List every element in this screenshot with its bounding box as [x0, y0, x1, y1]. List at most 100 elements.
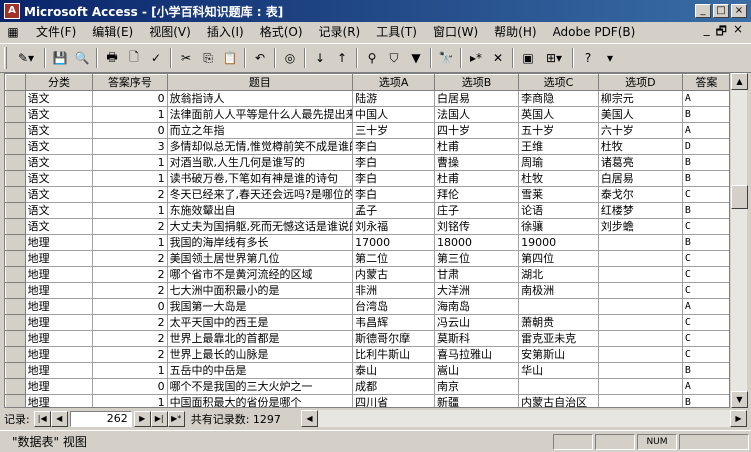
option-a-cell[interactable]: 斯德哥尔摩	[352, 330, 436, 347]
option-c-cell[interactable]: 杜牧	[518, 170, 599, 187]
row-selector[interactable]	[5, 122, 26, 139]
category-cell[interactable]: 语文	[24, 170, 94, 187]
column-header-option-a[interactable]: 选项A	[352, 74, 436, 91]
row-selector[interactable]	[5, 314, 26, 331]
row-selector[interactable]	[5, 362, 26, 379]
option-d-cell[interactable]	[597, 394, 683, 407]
option-a-cell[interactable]: 李白	[352, 186, 436, 203]
table-row[interactable]: 语文 2 冬天已经来了,春天还会远吗?是哪位的名 李白 拜伦 雪莱 泰戈尔 C	[5, 186, 729, 203]
question-cell[interactable]: 中国面积最大的省份是哪个	[166, 394, 354, 407]
question-cell[interactable]: 大丈夫为国捐躯,死而无憾这话是谁说的	[166, 218, 354, 235]
table-row[interactable]: 语文 1 法律面前人人平等是什么人最先提出来的 中国人 法国人 英国人 美国人 B	[5, 106, 729, 123]
column-header-question[interactable]: 题目	[166, 74, 354, 91]
table-row[interactable]: 语文 3 多情却似总无情,惟觉樽前笑不成是谁的诗 李白 杜甫 王维 杜牧 D	[5, 138, 729, 155]
option-b-cell[interactable]: 拜伦	[434, 186, 520, 203]
column-header-option-c[interactable]: 选项C	[518, 74, 599, 91]
table-row[interactable]: 地理 1 中国面积最大的省份是哪个 四川省 新疆 内蒙古自治区 B	[5, 394, 729, 407]
option-a-cell[interactable]: 三十岁	[352, 122, 436, 139]
option-a-cell[interactable]: 李白	[352, 170, 436, 187]
option-a-cell[interactable]: 泰山	[352, 362, 436, 379]
question-cell[interactable]: 五岳中的中岳是	[166, 362, 354, 379]
answer-index-cell[interactable]: 1	[92, 154, 168, 171]
option-d-cell[interactable]	[597, 362, 683, 379]
option-b-cell[interactable]: 南京	[434, 378, 520, 395]
sort-ascending-icon[interactable]: ↓	[310, 48, 330, 68]
category-cell[interactable]: 地理	[24, 314, 94, 331]
category-cell[interactable]: 语文	[24, 202, 94, 219]
question-cell[interactable]: 美国领土居世界第几位	[166, 250, 354, 267]
answer-index-cell[interactable]: 2	[92, 266, 168, 283]
answer-index-cell[interactable]: 1	[92, 362, 168, 379]
previous-record-button[interactable]: ◀	[50, 410, 68, 427]
menu-view[interactable]: 视图(V)	[141, 23, 199, 42]
table-row[interactable]: 地理 1 五岳中的中岳是 泰山 嵩山 华山 B	[5, 362, 729, 379]
option-c-cell[interactable]: 李商隐	[518, 90, 599, 107]
category-cell[interactable]: 语文	[24, 218, 94, 235]
table-row[interactable]: 语文 0 而立之年指 三十岁 四十岁 五十岁 六十岁 A	[5, 122, 729, 139]
option-b-cell[interactable]: 杜甫	[434, 170, 520, 187]
answer-index-cell[interactable]: 2	[92, 314, 168, 331]
column-header-option-d[interactable]: 选项D	[597, 74, 683, 91]
scroll-left-button[interactable]: ◀	[300, 410, 318, 427]
option-a-cell[interactable]: 李白	[352, 138, 436, 155]
menu-tools[interactable]: 工具(T)	[368, 23, 425, 42]
menu-insert[interactable]: 插入(I)	[199, 23, 252, 42]
answer-cell[interactable]: B	[681, 362, 729, 379]
row-selector[interactable]	[5, 218, 26, 235]
answer-index-cell[interactable]: 1	[92, 394, 168, 407]
option-b-cell[interactable]: 白居易	[434, 90, 520, 107]
option-c-cell[interactable]: 周瑜	[518, 154, 599, 171]
option-c-cell[interactable]: 论语	[518, 202, 599, 219]
category-cell[interactable]: 地理	[24, 346, 94, 363]
toolbar-options-icon[interactable]: ▾	[600, 48, 620, 68]
row-selector[interactable]	[5, 106, 26, 123]
search-file-icon[interactable]: 🔍	[72, 48, 92, 68]
option-d-cell[interactable]: 红楼梦	[597, 202, 683, 219]
category-cell[interactable]: 地理	[24, 362, 94, 379]
category-cell[interactable]: 地理	[24, 282, 94, 299]
option-c-cell[interactable]: 雪莱	[518, 186, 599, 203]
option-b-cell[interactable]: 嵩山	[434, 362, 520, 379]
answer-cell[interactable]: C	[681, 250, 729, 267]
category-cell[interactable]: 地理	[24, 378, 94, 395]
answer-cell[interactable]: B	[681, 394, 729, 407]
option-c-cell[interactable]: 王维	[518, 138, 599, 155]
table-row[interactable]: 地理 2 太平天国中的西王是 韦昌辉 冯云山 萧朝贵 C	[5, 314, 729, 331]
hyperlink-icon[interactable]: ◎	[280, 48, 300, 68]
menu-records[interactable]: 记录(R)	[311, 23, 369, 42]
category-cell[interactable]: 地理	[24, 330, 94, 347]
next-record-button[interactable]: ▶	[133, 410, 151, 427]
answer-index-cell[interactable]: 2	[92, 250, 168, 267]
table-row[interactable]: 语文 1 对酒当歌,人生几何是谁写的 李白 曹操 周瑜 诸葛亮 B	[5, 154, 729, 171]
option-b-cell[interactable]: 刘铭传	[434, 218, 520, 235]
menu-window[interactable]: 窗口(W)	[425, 23, 486, 42]
option-c-cell[interactable]: 萧朝贵	[518, 314, 599, 331]
option-c-cell[interactable]: 19000	[518, 234, 599, 251]
option-b-cell[interactable]: 冯云山	[434, 314, 520, 331]
option-d-cell[interactable]	[597, 378, 683, 395]
option-a-cell[interactable]: 非洲	[352, 282, 436, 299]
paste-icon[interactable]: 📋	[220, 48, 240, 68]
spelling-icon[interactable]: ✓	[146, 48, 166, 68]
option-c-cell[interactable]: 英国人	[518, 106, 599, 123]
toolbar-grip[interactable]	[4, 47, 7, 69]
row-selector[interactable]	[5, 250, 26, 267]
answer-cell[interactable]: C	[681, 218, 729, 235]
apply-filter-icon[interactable]: ▼	[406, 48, 426, 68]
answer-cell[interactable]: B	[681, 202, 729, 219]
option-c-cell[interactable]: 雷克亚未克	[518, 330, 599, 347]
answer-cell[interactable]: B	[681, 170, 729, 187]
answer-index-cell[interactable]: 2	[92, 282, 168, 299]
question-cell[interactable]: 我国第一大岛是	[166, 298, 354, 315]
answer-index-cell[interactable]: 1	[92, 170, 168, 187]
option-d-cell[interactable]	[597, 282, 683, 299]
answer-cell[interactable]: B	[681, 106, 729, 123]
answer-index-cell[interactable]: 3	[92, 138, 168, 155]
answer-index-cell[interactable]: 1	[92, 106, 168, 123]
doc-close-button[interactable]: ×	[733, 22, 743, 43]
option-c-cell[interactable]: 南极洲	[518, 282, 599, 299]
option-a-cell[interactable]: 比利牛斯山	[352, 346, 436, 363]
doc-minimize-button[interactable]: _	[704, 22, 710, 43]
category-cell[interactable]: 地理	[24, 266, 94, 283]
row-selector[interactable]	[5, 346, 26, 363]
